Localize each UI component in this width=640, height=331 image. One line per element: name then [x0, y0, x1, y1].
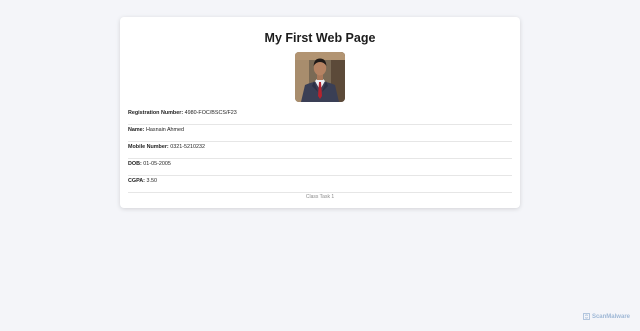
detail-label: Registration Number:: [128, 110, 184, 116]
detail-value: 4980-FOC/BSCS/F23: [184, 110, 237, 116]
profile-card: My First Web Page Registration Number: 4…: [120, 17, 520, 208]
profile-photo: [295, 52, 345, 102]
detail-dob: DOB: 01-05-2005: [128, 159, 512, 176]
detail-name: Name: Hasnain Ahmed: [128, 125, 512, 142]
detail-mobile-number: Mobile Number: 0321-5210232: [128, 142, 512, 159]
detail-registration-number: Registration Number: 4980-FOC/BSCS/F23: [128, 108, 512, 125]
detail-label: CGPA:: [128, 178, 145, 184]
detail-label: Name:: [128, 127, 145, 133]
page-title: My First Web Page: [264, 31, 376, 45]
detail-value: 0321-5210232: [170, 144, 206, 150]
detail-label: DOB:: [128, 161, 142, 167]
detail-value: 3.50: [146, 178, 157, 184]
page-footer: Class Task 1: [305, 194, 335, 200]
detail-value: 01-05-2005: [143, 161, 171, 167]
detail-label: Mobile Number:: [128, 144, 169, 150]
detail-cgpa: CGPA: 3.50: [128, 176, 512, 193]
scanmalware-logo-icon: [582, 312, 591, 321]
scanmalware-watermark: ScanMalware: [582, 312, 630, 321]
watermark-text: ScanMalware: [591, 313, 630, 320]
details-list: Registration Number: 4980-FOC/BSCS/F23 N…: [128, 108, 512, 193]
detail-value: Hasnain Ahmed: [145, 127, 185, 133]
